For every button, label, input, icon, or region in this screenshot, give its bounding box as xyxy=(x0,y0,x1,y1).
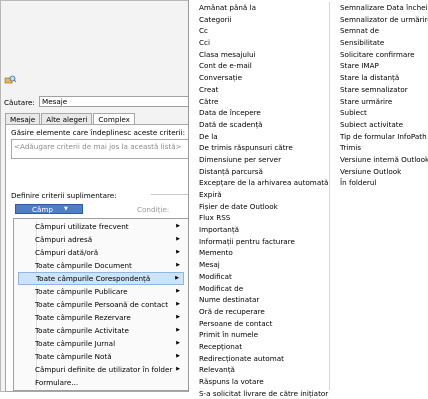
field-dropdown-button[interactable]: Câmp ▼ xyxy=(15,204,83,214)
submenu-arrow-icon: ▶ xyxy=(176,340,180,346)
menu-item[interactable]: Câmpuri utilizate frecvent ▶ xyxy=(18,220,184,233)
extra-criteria-heading: Definire criterii suplimentare: xyxy=(11,191,117,200)
field-menu-item[interactable]: Stare la distanță xyxy=(340,72,428,84)
field-menu-item[interactable]: Creat xyxy=(199,84,328,96)
criteria-list[interactable]: <Adăugare criterii de mai jos la această… xyxy=(11,139,199,159)
field-menu-item[interactable]: Flux RSS xyxy=(199,212,328,224)
field-menu-item[interactable]: Dimensiune per server xyxy=(199,154,328,166)
field-menu-item[interactable]: Categorii xyxy=(199,14,328,26)
menu-item[interactable]: Toate câmpurile Publicare ▶ xyxy=(18,285,184,298)
menu-item-selected[interactable]: Toate câmpurile Corespondență ▶ xyxy=(18,272,184,285)
criteria-placeholder: <Adăugare criterii de mai jos la această… xyxy=(14,142,182,151)
menu-item[interactable]: Toate câmpurile Activitate ▶ xyxy=(18,324,184,337)
field-menu-item[interactable]: Subiect xyxy=(340,107,428,119)
tab-messages[interactable]: Mesaje xyxy=(5,113,41,124)
mail-fields-menu: Amânat până la Categorii Cc Cci Clasa mesaju… xyxy=(188,0,428,398)
field-menu-item[interactable]: Trimis xyxy=(340,142,428,154)
submenu-arrow-icon: ▶ xyxy=(176,236,180,242)
field-menu-item[interactable]: Primit în numele xyxy=(199,329,328,341)
field-menu-item[interactable]: Data de începere xyxy=(199,107,328,119)
menu-item[interactable]: Toate câmpurile Jurnal ▶ xyxy=(18,337,184,350)
field-menu-item[interactable]: Versiune Outlook xyxy=(340,166,428,178)
field-menu-item[interactable]: Clasa mesajului xyxy=(199,49,328,61)
search-label: Căutare: xyxy=(4,98,35,107)
field-menu-item[interactable]: Conversație xyxy=(199,72,328,84)
submenu-arrow-icon: ▶ xyxy=(176,301,180,307)
field-menu-item[interactable]: Oră de recuperare xyxy=(199,306,328,318)
field-menu-item[interactable]: De trimis răspunsuri către xyxy=(199,142,328,154)
submenu-arrow-icon: ▶ xyxy=(176,314,180,320)
field-menu-item[interactable]: Recepționat xyxy=(199,341,328,353)
submenu-arrow-icon: ▶ xyxy=(176,288,180,294)
field-menu-item[interactable]: Relevanță xyxy=(199,364,328,376)
menu-item[interactable]: Toate câmpurile Rezervare ▶ xyxy=(18,311,184,324)
field-menu-item[interactable]: Semnalizator de urmărire xyxy=(340,14,428,26)
column-divider xyxy=(329,2,330,390)
field-menu-item[interactable]: Informații pentru facturare xyxy=(199,236,328,248)
menu-item[interactable]: Câmpuri definite de utilizator în folder… xyxy=(18,363,184,376)
field-menu-item[interactable]: Către xyxy=(199,96,328,108)
field-menu-item[interactable]: Redirecționate automat xyxy=(199,353,328,365)
field-menu-item[interactable]: Cci xyxy=(199,37,328,49)
field-menu-item[interactable]: În folderul xyxy=(340,177,428,189)
field-category-menu: Câmpuri utilizate frecvent ▶ Câmpuri adre… xyxy=(13,218,189,391)
field-menu-item[interactable]: De la xyxy=(199,131,328,143)
field-menu-item[interactable]: Solicitare confirmare xyxy=(340,49,428,61)
condition-label: Condiție: xyxy=(137,205,170,214)
field-menu-item[interactable]: Expiră xyxy=(199,189,328,201)
submenu-arrow-icon: ▶ xyxy=(176,223,180,229)
submenu-arrow-icon: ▶ xyxy=(176,262,180,268)
fields-column-1: Amânat până la Categorii Cc Cci Clasa mesaju… xyxy=(199,2,328,399)
field-menu-item[interactable]: Subiect activitate xyxy=(340,119,428,131)
field-menu-item[interactable]: Semnalizare Data încheierii xyxy=(340,2,428,14)
field-menu-item[interactable]: Cont de e-mail xyxy=(199,60,328,72)
field-button-label: Câmp xyxy=(32,204,53,214)
field-menu-item[interactable]: Modificat de xyxy=(199,283,328,295)
field-menu-item[interactable]: Răspuns la votare xyxy=(199,376,328,388)
chevron-down-icon: ▼ xyxy=(64,206,68,212)
field-menu-item[interactable]: Stare urmărire xyxy=(340,96,428,108)
field-menu-item[interactable]: Semnat de xyxy=(340,25,428,37)
field-menu-item[interactable]: Importanță xyxy=(199,224,328,236)
field-menu-item[interactable]: S-a solicitat livrare de către inițiator xyxy=(199,388,328,399)
submenu-arrow-icon: ▶ xyxy=(175,275,179,281)
field-menu-item[interactable]: Fișier de date Outlook xyxy=(199,201,328,213)
field-menu-item[interactable]: Tip de formular InfoPath xyxy=(340,131,428,143)
submenu-arrow-icon: ▶ xyxy=(176,249,180,255)
search-in-select[interactable]: Mesaje xyxy=(39,96,199,107)
menu-item[interactable]: Câmpuri adresă ▶ xyxy=(18,233,184,246)
submenu-arrow-icon: ▶ xyxy=(176,353,180,359)
tab-more-choices[interactable]: Alte alegeri xyxy=(41,113,93,124)
menu-item[interactable]: Toate câmpurile Notă ▶ xyxy=(18,350,184,363)
fields-column-2: Semnalizare Data încheieriiSemnalizator … xyxy=(340,2,428,189)
menu-item[interactable]: Toate câmpurile Document ▶ xyxy=(18,259,184,272)
field-menu-item[interactable]: Excepțare de la arhivarea automată xyxy=(199,177,328,189)
menu-item[interactable]: Câmpuri dată/oră ▶ xyxy=(18,246,184,259)
field-menu-item[interactable]: Sensibilitate xyxy=(340,37,428,49)
find-icon[interactable] xyxy=(4,75,16,85)
field-menu-item[interactable]: Stare semnalizator xyxy=(340,84,428,96)
field-menu-item[interactable]: Versiune internă Outlook xyxy=(340,154,428,166)
field-menu-item[interactable]: Modificat xyxy=(199,271,328,283)
criteria-heading: Găsire elemente care îndeplinesc aceste … xyxy=(11,128,186,137)
submenu-arrow-icon: ▶ xyxy=(176,327,180,333)
divider xyxy=(151,194,191,195)
field-menu-item[interactable]: Memento xyxy=(199,247,328,259)
field-menu-item[interactable]: Persoane de contact xyxy=(199,318,328,330)
field-menu-item[interactable]: Amânat până la xyxy=(199,2,328,14)
field-menu-item[interactable]: Dată de scadență xyxy=(199,119,328,131)
field-menu-item[interactable]: Cc xyxy=(199,25,328,37)
field-menu-item[interactable]: Nume destinatar xyxy=(199,294,328,306)
field-menu-item[interactable]: Mesaj xyxy=(199,259,328,271)
menu-item[interactable]: Toate câmpurile Persoană de contact ▶ xyxy=(18,298,184,311)
field-menu-item[interactable]: Distanță parcursă xyxy=(199,166,328,178)
submenu-arrow-icon: ▶ xyxy=(176,366,180,372)
field-menu-item[interactable]: Stare IMAP xyxy=(340,60,428,72)
menu-item-forms[interactable]: Formulare... xyxy=(18,376,184,389)
